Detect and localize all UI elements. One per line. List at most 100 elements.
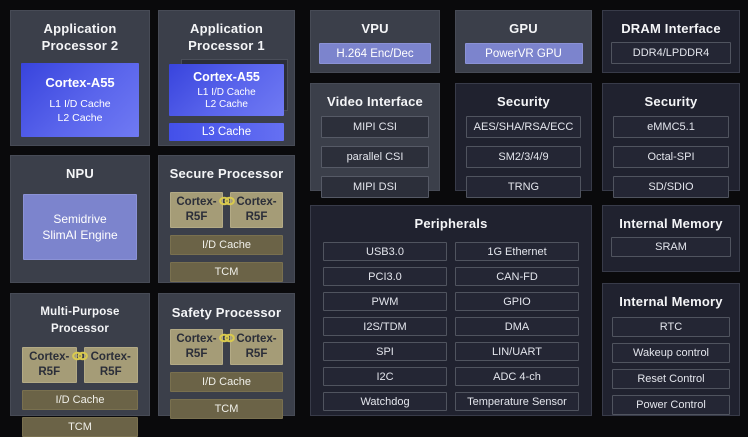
block-title: VPU [361,20,388,37]
cortex-a55-core: Cortex-A55 L1 I/D Cache L2 Cache [21,63,139,137]
security-item: SM2/3/4/9 [466,146,581,168]
block-title: Security [497,93,550,110]
core-name-line: R5F [186,210,208,225]
storage-item: SD/SDIO [613,176,729,198]
block-title: Secure Processor [170,165,284,182]
memory-item: RTC [612,317,730,337]
core-name: Cortex-A55 [45,75,114,90]
peripheral-item: CAN-FD [455,267,579,286]
npu-engine-line: SlimAI Engine [42,227,117,243]
core-name: Cortex-A55 [193,70,260,84]
soc-block-diagram: Application Processor 2 Cortex-A55 L1 I/… [0,0,748,426]
dram-item: DDR4/LPDDR4 [611,42,731,64]
tcm-bar: TCM [170,262,283,282]
lockstep-link-icon [218,332,236,344]
vpu-codec-chip: H.264 Enc/Dec [319,43,431,64]
core-cache-line: L1 I/D Cache [197,87,255,99]
core-name-line: Cortex- [176,332,216,347]
storage-item: Octal-SPI [613,146,729,168]
peripherals-grid: USB3.0 1G Ethernet PCI3.0 CAN-FD PWM GPI… [311,242,591,411]
block-dram-interface: DRAM Interface DDR4/LPDDR4 [602,10,740,73]
cortex-r5f-core: Cortex- R5F [22,347,77,383]
video-interface-item: MIPI DSI [321,176,429,198]
block-npu: NPU Semidrive SlimAI Engine [10,155,150,283]
peripheral-item: Temperature Sensor [455,392,579,411]
npu-engine-line: Semidrive [53,211,106,227]
block-title: Application Processor 2 [25,20,135,54]
block-video-interface: Video Interface MIPI CSI parallel CSI MI… [310,83,440,191]
lockstep-core-pair: Cortex- R5F Cortex- R5F [22,347,138,383]
tcm-bar: TCM [22,417,138,437]
block-safety-processor: Safety Processor Cortex- R5F Cortex- R5F… [158,293,295,416]
lockstep-link-icon [218,195,236,207]
core-name-line: R5F [100,365,122,380]
cortex-r5f-core: Cortex- R5F [170,329,223,365]
block-multi-purpose-processor: Multi-Purpose Processor Cortex- R5F Cort… [10,293,150,416]
security-item: TRNG [466,176,581,198]
block-title: GPU [509,20,538,37]
id-cache-bar: I/D Cache [22,390,138,410]
memory-item: Wakeup control [612,343,730,363]
block-title: Video Interface [327,93,423,110]
block-title: Application Processor 1 [172,20,282,54]
peripheral-item: GPIO [455,292,579,311]
video-interface-item: parallel CSI [321,146,429,168]
peripheral-item: Watchdog [323,392,447,411]
block-security-crypto: Security AES/SHA/RSA/ECC SM2/3/4/9 TRNG [455,83,592,191]
peripheral-item: PCI3.0 [323,267,447,286]
id-cache-bar: I/D Cache [170,235,283,255]
tcm-bar: TCM [170,399,283,419]
peripheral-item: LIN/UART [455,342,579,361]
peripheral-item: 1G Ethernet [455,242,579,261]
lockstep-core-pair: Cortex- R5F Cortex- R5F [170,329,283,365]
block-title: Multi-Purpose Processor [11,304,149,338]
storage-item: eMMC5.1 [613,116,729,138]
block-security-storage: Security eMMC5.1 Octal-SPI SD/SDIO [602,83,740,191]
block-title: Internal Memory [619,293,722,310]
core-name-line: Cortex- [176,195,216,210]
block-internal-memory-controls: Internal Memory RTC Wakeup control Reset… [602,283,740,416]
peripheral-item: DMA [455,317,579,336]
block-gpu: GPU PowerVR GPU [455,10,592,73]
memory-item: Power Control [612,395,730,415]
peripheral-item: ADC 4-ch [455,367,579,386]
block-vpu: VPU H.264 Enc/Dec [310,10,440,73]
memory-item: Reset Control [612,369,730,389]
core-name-line: R5F [186,347,208,362]
core-cache-line: L1 I/D Cache [49,97,110,111]
block-title: Peripherals [414,215,487,232]
cortex-a55-core: Cortex-A55 L1 I/D Cache L2 Cache [169,64,284,116]
npu-engine-chip: Semidrive SlimAI Engine [23,194,137,260]
block-title: DRAM Interface [621,20,721,37]
security-item: AES/SHA/RSA/ECC [466,116,581,138]
core-name-line: R5F [246,210,268,225]
block-title: NPU [66,165,94,182]
core-cache-line: L2 Cache [58,111,103,125]
cortex-r5f-core: Cortex- R5F [230,192,283,228]
video-interface-item: MIPI CSI [321,116,429,138]
cortex-r5f-core: Cortex- R5F [230,329,283,365]
core-cluster-stack: Cortex-A55 L1 I/D Cache L2 Cache [169,64,284,116]
peripheral-item: I2C [323,367,447,386]
core-name-line: Cortex- [29,350,69,365]
core-name-line: R5F [246,347,268,362]
lockstep-core-pair: Cortex- R5F Cortex- R5F [170,192,283,228]
cortex-r5f-core: Cortex- R5F [170,192,223,228]
memory-item: SRAM [611,237,731,257]
block-title: Safety Processor [172,304,281,321]
core-name-line: R5F [38,365,60,380]
block-title: Internal Memory [619,215,722,232]
core-cache-line: L2 Cache [205,99,248,111]
id-cache-bar: I/D Cache [170,372,283,392]
lockstep-link-icon [71,350,89,362]
peripheral-item: USB3.0 [323,242,447,261]
peripheral-item: PWM [323,292,447,311]
block-application-processor-1: Application Processor 1 Cortex-A55 L1 I/… [158,10,295,146]
block-internal-memory-sram: Internal Memory SRAM [602,205,740,272]
cortex-r5f-core: Cortex- R5F [84,347,139,383]
core-name-line: Cortex- [236,332,276,347]
block-title: Security [645,93,698,110]
l3-cache-bar: L3 Cache [169,123,284,141]
block-peripherals: Peripherals USB3.0 1G Ethernet PCI3.0 CA… [310,205,592,416]
block-secure-processor: Secure Processor Cortex- R5F Cortex- R5F… [158,155,295,283]
